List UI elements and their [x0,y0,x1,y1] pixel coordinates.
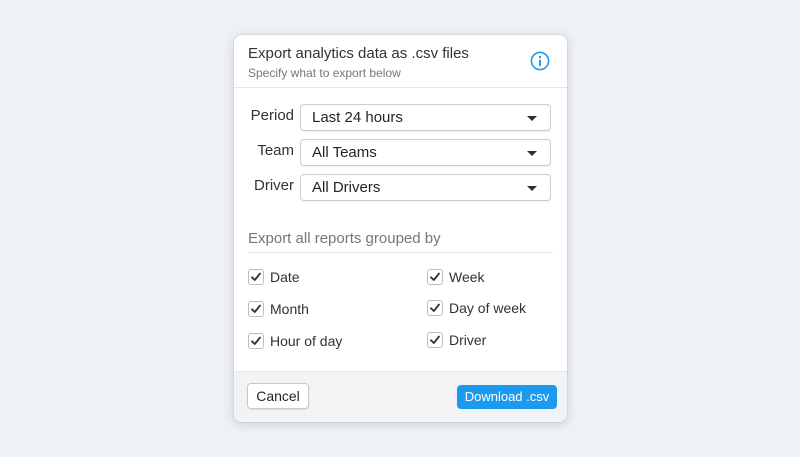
dialog-footer: Cancel Download .csv [234,371,567,422]
cancel-button[interactable]: Cancel [247,383,309,409]
checkbox-box [248,301,264,317]
team-select[interactable]: All Teams [300,139,551,166]
checkmark-icon [251,272,261,281]
info-icon[interactable] [530,51,550,71]
team-select-value: All Teams [312,144,377,161]
checkbox-box [248,333,264,349]
driver-label: Driver [254,177,294,194]
checkmark-icon [251,336,261,345]
download-csv-button[interactable]: Download .csv [457,385,557,409]
checkbox-label: Date [270,269,300,285]
grouping-section-title: Export all reports grouped by [248,230,441,247]
chevron-down-icon [527,186,537,191]
checkbox-label: Week [449,269,485,285]
checkbox-box [427,300,443,316]
checkbox-label: Day of week [449,300,527,316]
checkbox-box [427,332,443,348]
chevron-down-icon [527,116,537,121]
dialog-title: Export analytics data as .csv files [248,45,469,62]
checkbox-label: Driver [449,332,487,348]
section-divider [248,252,553,253]
chevron-down-icon [527,151,537,156]
checkbox-box [248,269,264,285]
checkbox-label: Hour of day [270,333,343,349]
period-select-value: Last 24 hours [312,109,403,126]
period-label: Period [250,107,294,124]
driver-select-value: All Drivers [312,179,381,196]
period-select[interactable]: Last 24 hours [300,104,551,131]
checkmark-icon [251,304,261,313]
team-label: Team [257,142,294,159]
checkmark-icon [430,272,440,281]
checkbox-box [427,269,443,285]
checkmark-icon [430,335,440,344]
checkbox-label: Month [270,301,309,317]
driver-select[interactable]: All Drivers [300,174,551,201]
dialog-subtitle: Specify what to export below [248,66,401,80]
dialog-header: Export analytics data as .csv files Spec… [234,35,567,88]
export-dialog: Export analytics data as .csv files Spec… [234,35,567,422]
checkmark-icon [430,303,440,312]
